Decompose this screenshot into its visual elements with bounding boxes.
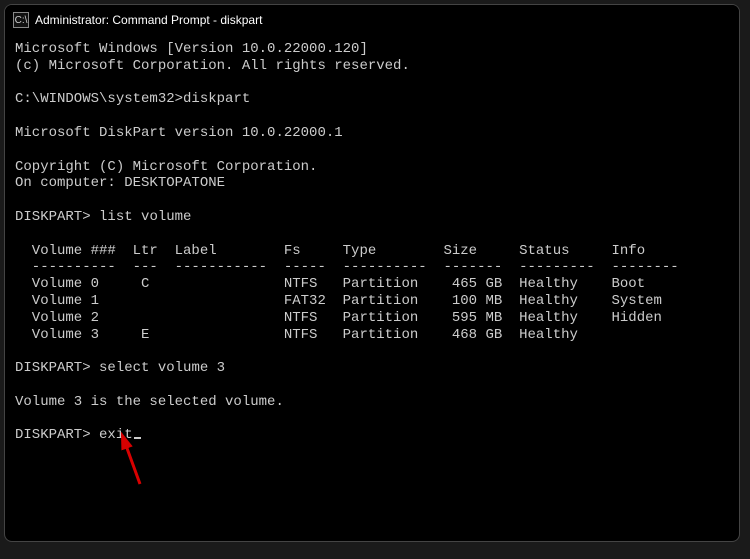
table-row: Volume 2 NTFS Partition 595 MB Healthy H… bbox=[15, 310, 662, 326]
table-row: Volume 0 C NTFS Partition 465 GB Healthy… bbox=[15, 276, 645, 292]
cmd-exit: exit bbox=[99, 427, 133, 443]
computer-name: On computer: DESKTOPATONE bbox=[15, 175, 225, 191]
prompt-path: C:\WINDOWS\system32> bbox=[15, 91, 183, 107]
cmd-select-volume: select volume 3 bbox=[99, 360, 225, 376]
table-divider: ---------- --- ----------- ----- -------… bbox=[15, 259, 679, 275]
cmd-icon: C:\ bbox=[13, 12, 29, 28]
diskpart-prompt: DISKPART> bbox=[15, 360, 91, 376]
cmd-list-volume: list volume bbox=[99, 209, 191, 225]
table-header: Volume ### Ltr Label Fs Type Size Status… bbox=[15, 243, 645, 259]
diskpart-copyright: Copyright (C) Microsoft Corporation. bbox=[15, 159, 317, 175]
select-result: Volume 3 is the selected volume. bbox=[15, 394, 284, 410]
diskpart-prompt: DISKPART> bbox=[15, 209, 91, 225]
os-version-line: Microsoft Windows [Version 10.0.22000.12… bbox=[15, 41, 368, 57]
window-title: Administrator: Command Prompt - diskpart bbox=[35, 13, 262, 27]
table-row: Volume 3 E NTFS Partition 468 GB Healthy bbox=[15, 327, 578, 343]
copyright-line: (c) Microsoft Corporation. All rights re… bbox=[15, 58, 410, 74]
command-prompt-window: C:\ Administrator: Command Prompt - disk… bbox=[4, 4, 740, 542]
diskpart-prompt: DISKPART> bbox=[15, 427, 91, 443]
titlebar[interactable]: C:\ Administrator: Command Prompt - disk… bbox=[5, 5, 739, 35]
cursor bbox=[134, 437, 141, 439]
terminal-output[interactable]: Microsoft Windows [Version 10.0.22000.12… bbox=[5, 35, 739, 541]
table-row: Volume 1 FAT32 Partition 100 MB Healthy … bbox=[15, 293, 662, 309]
cmd-diskpart: diskpart bbox=[183, 91, 250, 107]
diskpart-version: Microsoft DiskPart version 10.0.22000.1 bbox=[15, 125, 343, 141]
